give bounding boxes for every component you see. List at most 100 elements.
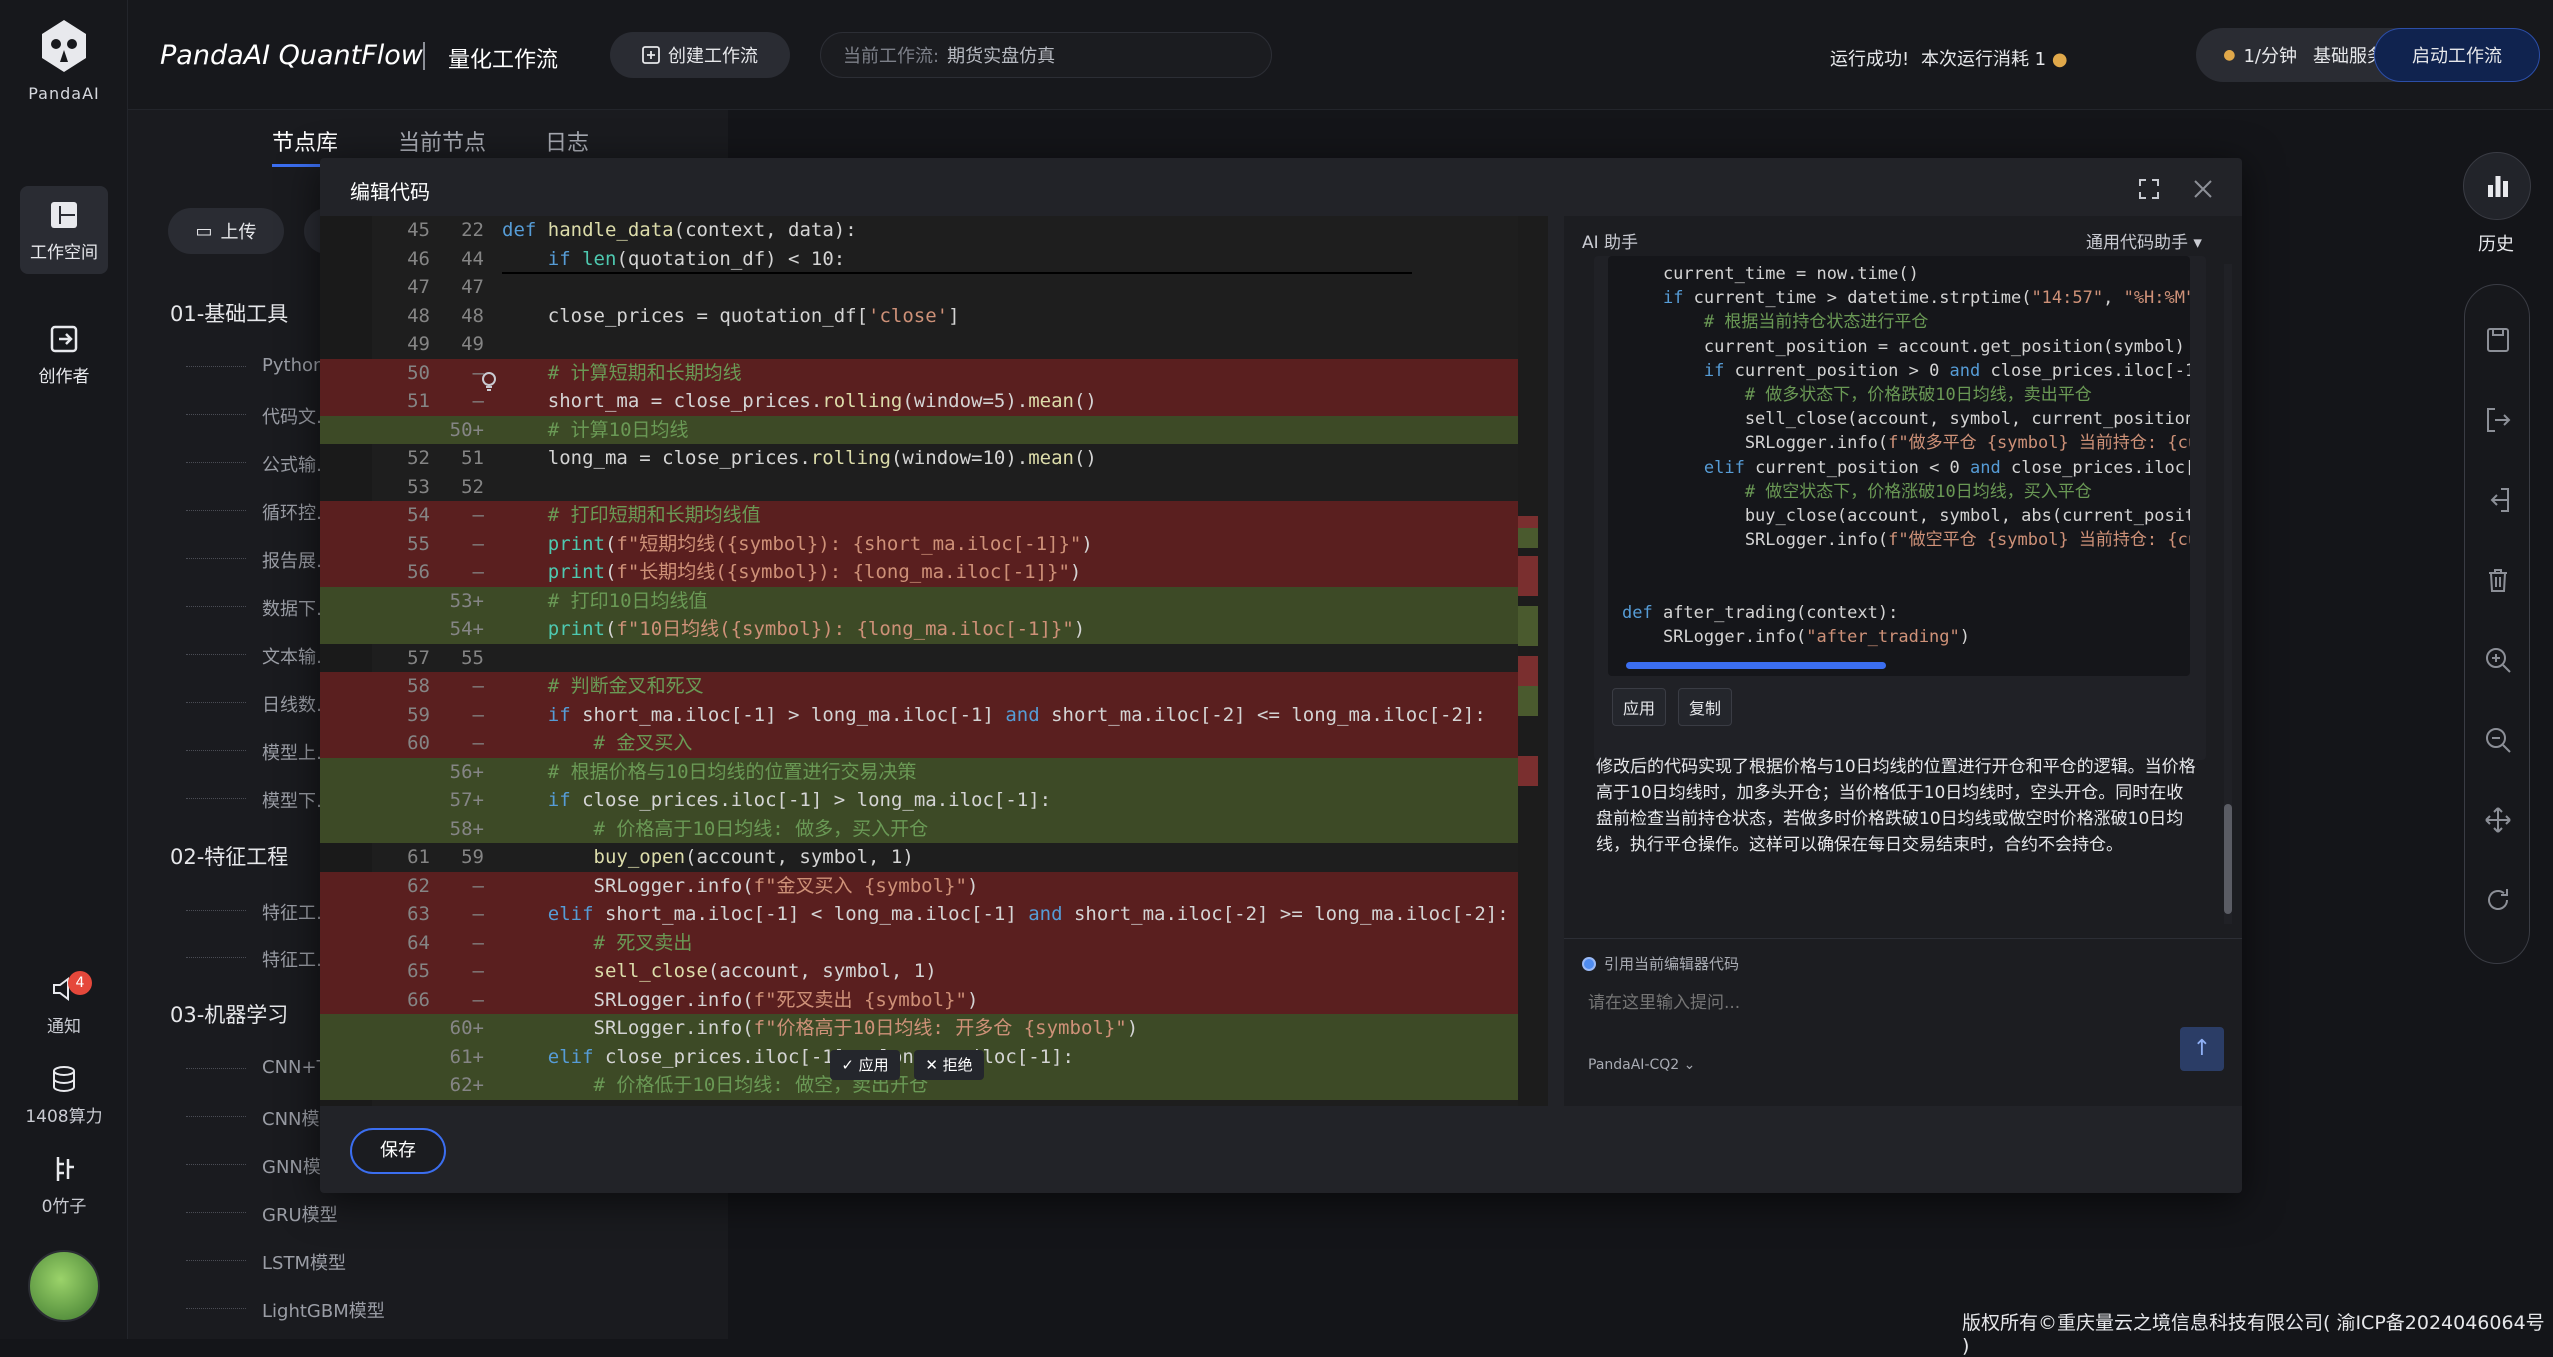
- code-line[interactable]: 60+ SRLogger.info(f"价格高于10日均线: 开多仓 {symb…: [320, 1014, 1518, 1043]
- ai-code-line: buy_close(account, symbol, abs(current_p…: [1622, 506, 2190, 526]
- code-line[interactable]: 64 — # 死叉卖出: [320, 928, 1518, 957]
- rail-notify[interactable]: 4 通知: [0, 971, 128, 1037]
- code-line[interactable]: 58+ # 价格高于10日均线: 做多，买入开仓: [320, 814, 1518, 843]
- fullscreen-icon[interactable]: [2138, 178, 2160, 200]
- line-number-modified: —: [472, 390, 484, 412]
- import-icon[interactable]: [2483, 485, 2513, 515]
- ai-code-line: current_position = account.get_position(…: [1622, 336, 2185, 357]
- ai-question-input[interactable]: [1588, 983, 2148, 1023]
- app-title: PandaAI QuantFlow: [160, 40, 423, 71]
- code-line[interactable]: 65 — sell_close(account, symbol, 1): [320, 957, 1518, 986]
- line-number-original: 66: [407, 988, 430, 1011]
- code-line[interactable]: 51 — short_ma = close_prices.rolling(wind…: [320, 387, 1518, 416]
- ai-apply-button[interactable]: 应用: [1612, 688, 1666, 726]
- export-icon[interactable]: [2483, 405, 2513, 435]
- zoom-out-icon[interactable]: [2483, 725, 2513, 755]
- line-number-modified: —: [472, 903, 484, 925]
- user-avatar[interactable]: [28, 1250, 100, 1322]
- code-text: elif close_prices.iloc[-1] < long_ma.ilo…: [547, 1045, 1074, 1068]
- lightbulb-icon[interactable]: [480, 371, 498, 393]
- line-number-modified: 49: [461, 333, 484, 355]
- save-disk-icon[interactable]: [2483, 325, 2513, 355]
- line-number-original: 59: [407, 703, 430, 726]
- create-workflow-button[interactable]: 创建工作流: [610, 32, 790, 78]
- code-line[interactable]: 50 — # 计算短期和长期均线: [320, 358, 1518, 387]
- refresh-icon[interactable]: [2483, 885, 2513, 915]
- inline-reject-button[interactable]: ✕ 拒绝: [914, 1050, 984, 1080]
- code-line[interactable]: 53 52: [320, 473, 1518, 502]
- tree-group[interactable]: 03-机器学习: [170, 999, 288, 1029]
- rail-creator[interactable]: 创作者: [20, 310, 108, 398]
- save-button[interactable]: 保存: [350, 1128, 446, 1174]
- code-line[interactable]: 56 — print(f"长期均线({symbol}): {long_ma.ilo…: [320, 558, 1518, 587]
- code-line[interactable]: 60 — # 金叉买入: [320, 729, 1518, 758]
- code-line[interactable]: 52 51 long_ma = close_prices.rolling(wind…: [320, 444, 1518, 473]
- ai-copy-button[interactable]: 复制: [1678, 688, 1732, 726]
- code-line[interactable]: 53+ # 打印10日均线值: [320, 586, 1518, 615]
- tree-node-item[interactable]: LightGBM模型: [186, 1297, 385, 1323]
- tree-node-item[interactable]: GRU模型: [186, 1201, 338, 1227]
- line-number-modified: 58+: [449, 817, 484, 840]
- tab-log[interactable]: 日志: [545, 125, 589, 157]
- code-line[interactable]: 56+ # 根据价格与10日均线的位置进行交易决策: [320, 757, 1518, 786]
- code-editor[interactable]: 45 22 def handle_data(context, data): 46 44 …: [320, 216, 1518, 1106]
- copyright-footer: 版权所有©重庆量云之境信息科技有限公司( 渝ICP备2024046064号 ): [1962, 1312, 2545, 1357]
- line-number-original: 47: [407, 276, 430, 298]
- ai-model-selector[interactable]: PandaAI-CQ2 ⌄: [1588, 1057, 1695, 1073]
- line-number-modified: 54+: [449, 618, 484, 640]
- tab-node-library[interactable]: 节点库: [272, 125, 338, 157]
- zoom-in-icon[interactable]: [2483, 645, 2513, 675]
- code-line[interactable]: 54+ print(f"10日均线({symbol}): {long_ma.il…: [320, 615, 1518, 644]
- code-text: # 打印短期和长期均线值: [502, 504, 761, 526]
- trash-icon[interactable]: [2483, 565, 2513, 595]
- right-tool-group: [2464, 284, 2530, 964]
- code-line[interactable]: 55 — print(f"短期均线({symbol}): {short_ma.il…: [320, 529, 1518, 558]
- line-number-original: 64: [407, 931, 430, 954]
- tree-node-item[interactable]: LSTM模型: [186, 1249, 346, 1275]
- code-line[interactable]: 54 — # 打印短期和长期均线值: [320, 501, 1518, 530]
- line-number-modified: 50+: [449, 418, 484, 441]
- ref-editor-checkbox[interactable]: [1582, 957, 1596, 971]
- ai-code-line: SRLogger.info("after_trading"): [1622, 627, 1971, 647]
- send-button[interactable]: ↑: [2180, 1027, 2224, 1071]
- rail-workspace[interactable]: 工作空间: [20, 186, 108, 274]
- code-line[interactable]: 57 55: [320, 644, 1518, 673]
- rail-compute[interactable]: 1408算力: [0, 1065, 128, 1127]
- tree-group[interactable]: 01-基础工具: [170, 298, 288, 328]
- code-line[interactable]: 49 49: [320, 330, 1518, 359]
- arrow-up-icon: ↑: [2192, 1036, 2212, 1061]
- code-line[interactable]: 47 47: [320, 273, 1518, 302]
- history-label: 历史: [2478, 234, 2514, 255]
- code-line[interactable]: 58 — # 判断金叉和死叉: [320, 672, 1518, 701]
- upload-button[interactable]: ▭ 上传: [168, 208, 284, 254]
- line-number-original: 62: [407, 874, 430, 897]
- history-button[interactable]: [2463, 152, 2531, 220]
- rail-workspace-label: 工作空间: [30, 243, 98, 263]
- code-text: SRLogger.info(f"死叉卖出 {symbol}"): [502, 988, 979, 1011]
- line-number-modified: 53+: [449, 589, 484, 612]
- code-line[interactable]: 61 59 buy_open(account, symbol, 1): [320, 843, 1518, 872]
- rail-bamboo[interactable]: 0竹子: [0, 1155, 128, 1217]
- code-line[interactable]: 48 48 close_prices = quotation_df['close'…: [320, 302, 1518, 331]
- code-line[interactable]: 59 — if short_ma.iloc[-1] > long_ma.iloc[…: [320, 700, 1518, 729]
- code-line[interactable]: 57+ if close_prices.iloc[-1] > long_ma.i…: [320, 786, 1518, 815]
- code-line[interactable]: 46 44 if len(quotation_df) < 10:: [320, 245, 1518, 274]
- move-icon[interactable]: [2483, 805, 2513, 835]
- tab-current-node[interactable]: 当前节点: [398, 125, 486, 157]
- code-line[interactable]: 63 — elif short_ma.iloc[-1] < long_ma.ilo…: [320, 900, 1518, 929]
- tree-group[interactable]: 02-特征工程: [170, 841, 288, 871]
- code-line[interactable]: 66 — SRLogger.info(f"死叉卖出 {symbol}"): [320, 985, 1518, 1014]
- current-workflow-field[interactable]: 当前工作流: 期货实盘仿真: [820, 32, 1272, 78]
- inline-apply-button[interactable]: ✓ 应用: [830, 1050, 900, 1080]
- start-workflow-button[interactable]: 启动工作流: [2374, 28, 2540, 82]
- ai-mode-selector[interactable]: 通用代码助手 ▾: [2086, 228, 2202, 253]
- ai-panel-scrollbar[interactable]: [2224, 264, 2232, 924]
- ai-code-hscrollbar[interactable]: [1616, 660, 2182, 670]
- code-text: buy_open(account, symbol, 1): [593, 846, 914, 868]
- code-line[interactable]: 62 — SRLogger.info(f"金叉买入 {symbol}"): [320, 871, 1518, 900]
- code-line[interactable]: 50+ # 计算10日均线: [320, 415, 1518, 444]
- code-line[interactable]: 45 22 def handle_data(context, data):: [320, 216, 1518, 245]
- line-number-modified: —: [472, 561, 484, 583]
- close-icon[interactable]: [2192, 178, 2214, 200]
- upload-label: 上传: [220, 222, 257, 243]
